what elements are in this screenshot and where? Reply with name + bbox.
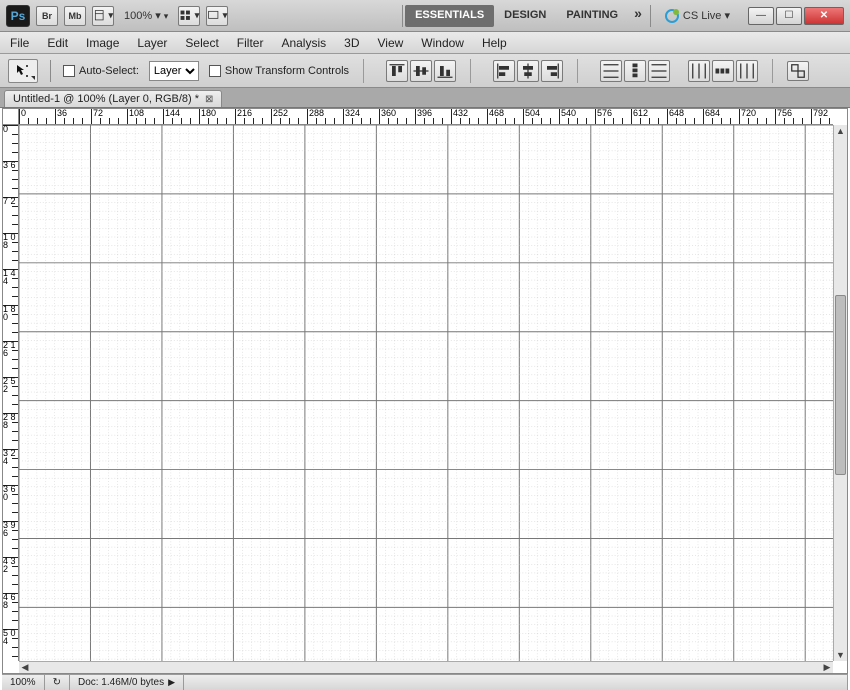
- ruler-origin[interactable]: [3, 109, 19, 125]
- align-right-edges-button[interactable]: [541, 60, 563, 82]
- workspace-more-button[interactable]: »: [628, 5, 648, 27]
- menu-file[interactable]: File: [10, 36, 29, 50]
- menu-image[interactable]: Image: [86, 36, 119, 50]
- distribute-bottom-button[interactable]: [648, 60, 670, 82]
- distribute-group-1: [600, 60, 670, 82]
- horizontal-ruler[interactable]: 0367210814418021625228832436039643246850…: [19, 109, 833, 125]
- align-vcenter-icon: [411, 61, 431, 81]
- align-bottom-edges-button[interactable]: [434, 60, 456, 82]
- auto-select-label: Auto-Select:: [79, 65, 139, 77]
- checkbox-icon: [63, 65, 75, 77]
- workspace-tab-essentials[interactable]: ESSENTIALS: [405, 5, 494, 27]
- close-button[interactable]: ✕: [804, 7, 844, 25]
- cs-live-icon: [665, 9, 679, 23]
- grid-icon: [179, 9, 191, 21]
- auto-align-button[interactable]: [787, 61, 809, 81]
- align-right-icon: [542, 61, 562, 81]
- zoom-level-dropdown[interactable]: 100% ▾: [120, 9, 172, 22]
- distribute-top-icon: [601, 61, 621, 81]
- checkbox-icon: [209, 65, 221, 77]
- align-left-icon: [494, 61, 514, 81]
- document-tab-title: Untitled-1 @ 100% (Layer 0, RGB/8) *: [13, 93, 199, 105]
- auto-align-icon: [788, 61, 808, 81]
- align-left-edges-button[interactable]: [493, 60, 515, 82]
- scroll-right-arrow-icon[interactable]: ▶: [821, 662, 833, 673]
- cs-live-button[interactable]: CS Live ▾: [659, 9, 736, 23]
- distribute-vcenter-icon: [625, 61, 645, 81]
- distribute-left-button[interactable]: [688, 60, 710, 82]
- status-sync-icon[interactable]: ↻: [45, 675, 70, 690]
- distribute-vcenter-button[interactable]: [624, 60, 646, 82]
- menu-filter[interactable]: Filter: [237, 36, 264, 50]
- menu-layer[interactable]: Layer: [137, 36, 167, 50]
- arrange-documents-button[interactable]: [178, 6, 200, 26]
- distribute-hcenter-icon: [713, 61, 733, 81]
- align-group-1: [386, 60, 456, 82]
- window-controls: — ☐ ✕: [748, 7, 844, 25]
- distribute-right-icon: [737, 61, 757, 81]
- workspace-switcher: ESSENTIALS DESIGN PAINTING »: [400, 5, 653, 27]
- close-tab-icon[interactable]: ⊠: [205, 94, 213, 105]
- show-transform-checkbox[interactable]: Show Transform Controls: [209, 65, 349, 77]
- bridge-button[interactable]: Br: [36, 6, 58, 26]
- chevron-right-icon: ▶: [168, 677, 175, 688]
- show-transform-label: Show Transform Controls: [225, 65, 349, 77]
- menu-view[interactable]: View: [377, 36, 403, 50]
- canvas[interactable]: [19, 125, 833, 661]
- workspace-tab-painting[interactable]: PAINTING: [556, 5, 628, 27]
- status-spacer: [184, 675, 848, 690]
- screen-icon: [207, 9, 219, 21]
- align-top-icon: [387, 61, 407, 81]
- mini-bridge-button[interactable]: Mb: [64, 6, 86, 26]
- distribute-left-icon: [689, 61, 709, 81]
- status-doc-text: Doc: 1.46M/0 bytes: [78, 677, 164, 688]
- menu-edit[interactable]: Edit: [47, 36, 68, 50]
- status-bar: 100% ↻ Doc: 1.46M/0 bytes ▶: [2, 674, 848, 690]
- align-group-2: [493, 60, 563, 82]
- scroll-thumb[interactable]: [835, 295, 846, 475]
- align-top-edges-button[interactable]: [386, 60, 408, 82]
- status-zoom[interactable]: 100%: [2, 675, 45, 690]
- screen-mode-button[interactable]: [206, 6, 228, 26]
- application-bar: Ps Br Mb 100% ▾ ESSENTIALS DESIGN PAINTI…: [0, 0, 850, 32]
- align-horizontal-centers-button[interactable]: [517, 60, 539, 82]
- menu-select[interactable]: Select: [185, 36, 218, 50]
- move-tool-indicator[interactable]: [8, 59, 38, 83]
- menu-3d[interactable]: 3D: [344, 36, 359, 50]
- menu-window[interactable]: Window: [421, 36, 464, 50]
- distribute-hcenter-button[interactable]: [712, 60, 734, 82]
- distribute-right-button[interactable]: [736, 60, 758, 82]
- grid-overlay: [19, 125, 833, 661]
- distribute-top-button[interactable]: [600, 60, 622, 82]
- options-bar: Auto-Select: Layer Show Transform Contro…: [0, 54, 850, 88]
- cs-live-label: CS Live ▾: [683, 9, 730, 22]
- distribute-group-2: [688, 60, 758, 82]
- vertical-ruler[interactable]: 03 67 21 0 81 4 41 8 02 1 62 5 22 8 83 2…: [3, 125, 19, 661]
- scroll-up-arrow-icon[interactable]: ▲: [834, 125, 847, 137]
- align-hcenter-icon: [518, 61, 538, 81]
- move-tool-icon: [15, 63, 31, 79]
- scroll-left-arrow-icon[interactable]: ◀: [19, 662, 31, 673]
- maximize-button[interactable]: ☐: [776, 7, 802, 25]
- document-icon: [93, 9, 105, 21]
- app-logo: Ps: [6, 5, 30, 27]
- workspace-tab-design[interactable]: DESIGN: [494, 5, 556, 27]
- document-tab[interactable]: Untitled-1 @ 100% (Layer 0, RGB/8) * ⊠: [4, 90, 222, 107]
- vertical-scrollbar[interactable]: ▲ ▼: [833, 125, 847, 661]
- align-bottom-icon: [435, 61, 455, 81]
- align-vertical-centers-button[interactable]: [410, 60, 432, 82]
- horizontal-scrollbar[interactable]: ◀ ▶: [19, 661, 833, 673]
- minimize-button[interactable]: —: [748, 7, 774, 25]
- document-window: 0367210814418021625228832436039643246850…: [2, 108, 848, 674]
- menu-analysis[interactable]: Analysis: [281, 36, 326, 50]
- menu-bar: File Edit Image Layer Select Filter Anal…: [0, 32, 850, 54]
- auto-select-checkbox[interactable]: Auto-Select:: [63, 65, 139, 77]
- document-tab-bar: Untitled-1 @ 100% (Layer 0, RGB/8) * ⊠: [0, 88, 850, 108]
- scroll-down-arrow-icon[interactable]: ▼: [834, 649, 847, 661]
- status-doc-info[interactable]: Doc: 1.46M/0 bytes ▶: [70, 675, 184, 690]
- view-extras-button[interactable]: [92, 6, 114, 26]
- auto-select-target-dropdown[interactable]: Layer: [149, 61, 199, 81]
- distribute-bottom-icon: [649, 61, 669, 81]
- menu-help[interactable]: Help: [482, 36, 507, 50]
